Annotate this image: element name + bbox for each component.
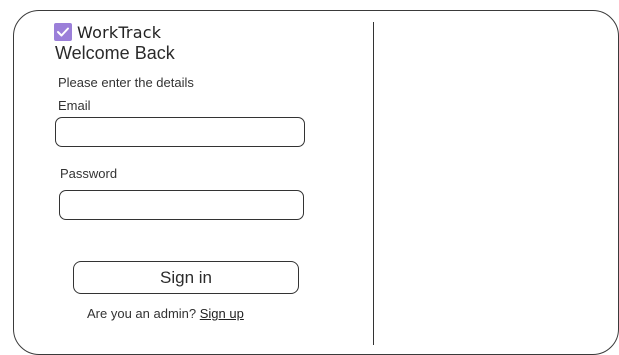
password-label: Password [60, 166, 118, 181]
check-icon [54, 23, 72, 41]
admin-signup-line: Are you an admin? Sign up [87, 306, 244, 321]
brand-logo: WorkTrack [54, 22, 161, 42]
admin-prompt: Are you an admin? [87, 306, 197, 321]
page-subtitle: Please enter the details [58, 75, 194, 90]
brand-name: WorkTrack [77, 22, 162, 42]
sign-up-link[interactable]: Sign up [200, 306, 244, 321]
email-label: Email [58, 98, 91, 113]
panel-divider [373, 22, 374, 345]
page-title: Welcome Back [55, 43, 175, 63]
email-field[interactable] [55, 117, 305, 147]
password-field[interactable] [59, 190, 304, 220]
sign-in-button[interactable]: Sign in [73, 261, 299, 294]
